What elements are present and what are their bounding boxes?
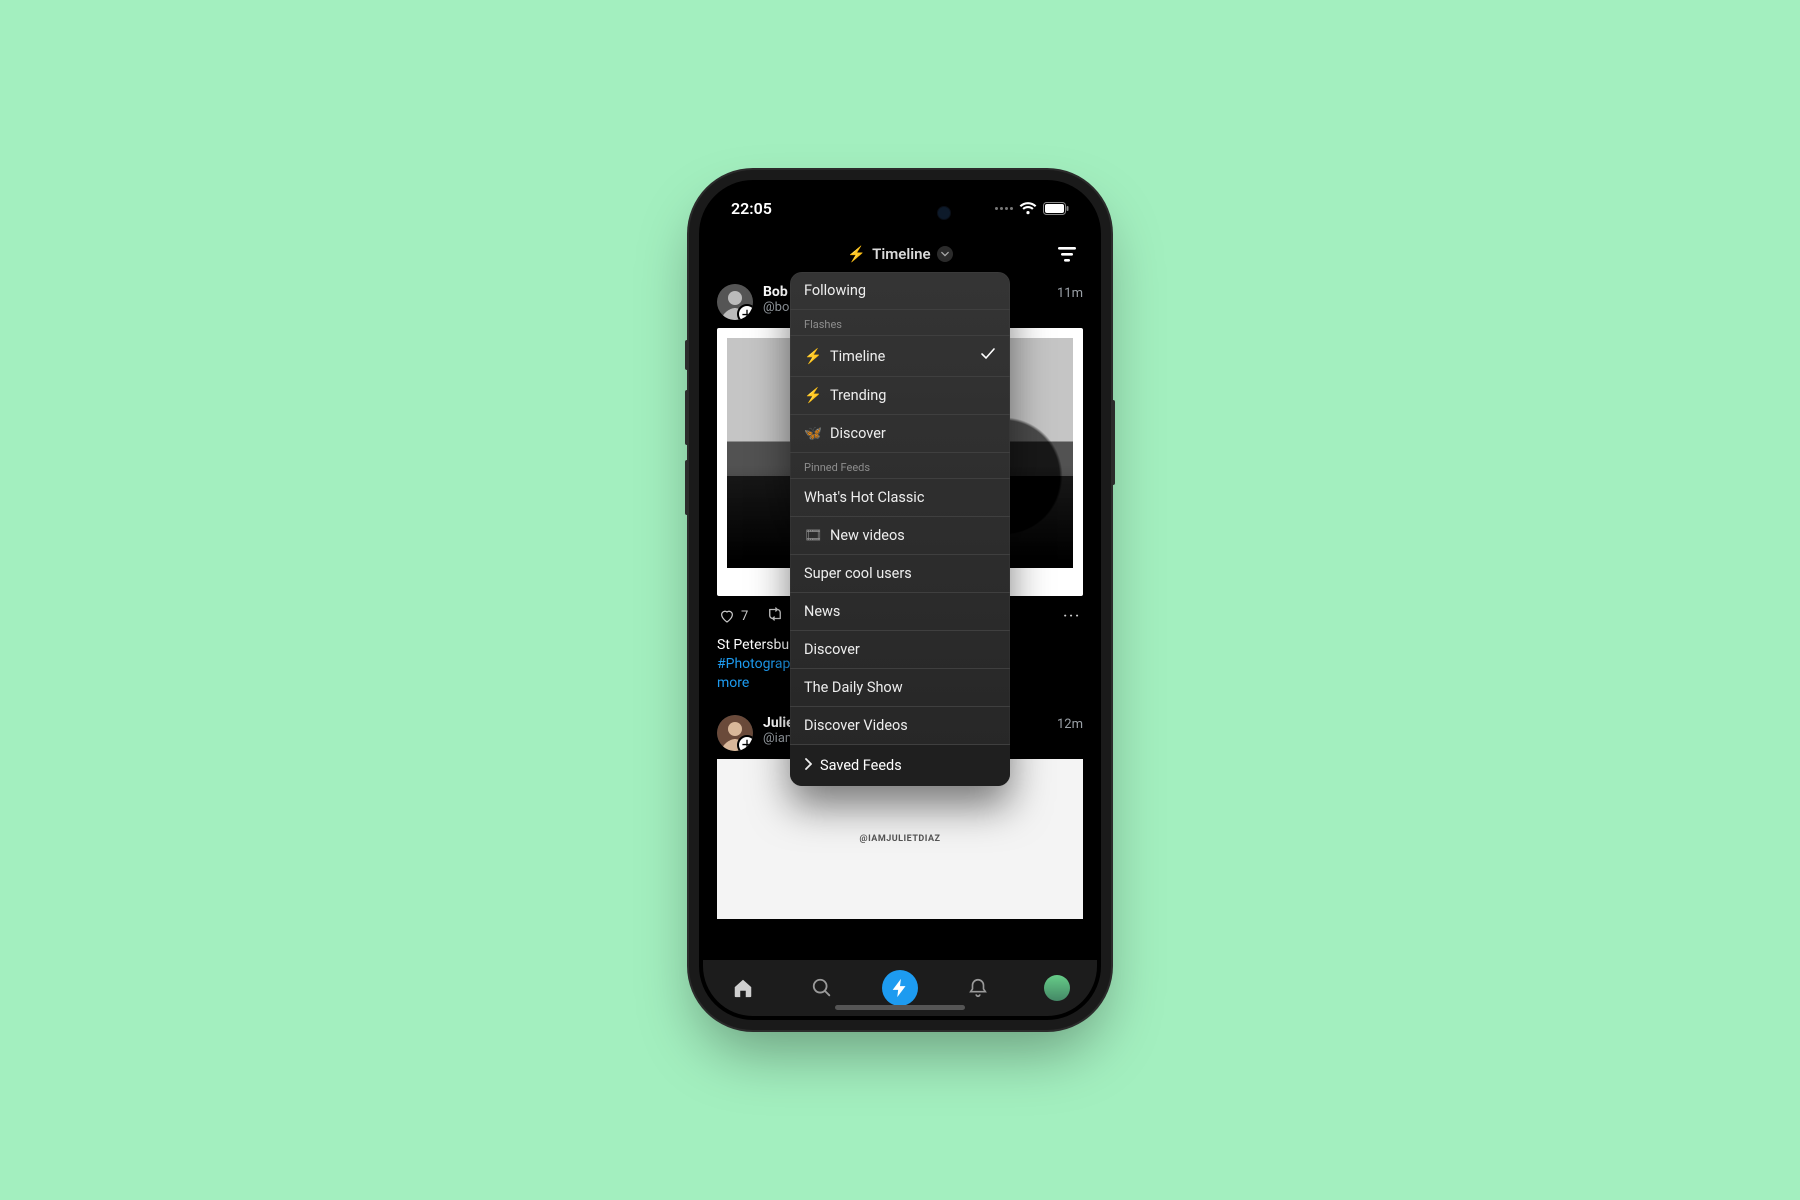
like-count: 7 <box>741 609 748 624</box>
tab-notifications[interactable] <box>958 968 998 1008</box>
filter-button[interactable] <box>1053 240 1081 268</box>
butterfly-icon: 🦋 <box>804 425 820 442</box>
battery-icon <box>1043 202 1069 215</box>
profile-avatar-icon <box>1044 975 1070 1001</box>
tab-home[interactable] <box>723 968 763 1008</box>
wifi-icon <box>1019 202 1037 215</box>
home-indicator[interactable] <box>835 1005 965 1010</box>
plus-icon[interactable]: ＋ <box>737 304 753 320</box>
dropdown-item-whats-hot[interactable]: What's Hot Classic <box>790 479 1010 517</box>
more-button[interactable]: ··· <box>1063 609 1081 624</box>
dropdown-item-discover-flashes[interactable]: 🦋 Discover <box>790 415 1010 453</box>
tab-search[interactable] <box>802 968 842 1008</box>
screen: 22:05 ⚡ Timeline <box>703 184 1097 1016</box>
side-button <box>685 340 689 370</box>
dropdown-item-trending[interactable]: ⚡ Trending <box>790 377 1010 415</box>
dropdown-item-timeline[interactable]: ⚡ Timeline <box>790 336 1010 377</box>
dropdown-section-pinned: Pinned Feeds <box>790 453 1010 479</box>
image-watermark: @IAMJULIETDIAZ <box>860 834 941 844</box>
dynamic-island <box>841 196 959 230</box>
film-icon: 🎞 <box>804 527 820 544</box>
dropdown-item-following[interactable]: Following <box>790 272 1010 310</box>
check-icon <box>980 346 996 366</box>
volume-up-button <box>685 390 689 445</box>
dropdown-item-cool-users[interactable]: Super cool users <box>790 555 1010 593</box>
timeline-dropdown-trigger[interactable]: ⚡ Timeline <box>847 245 952 263</box>
dropdown-item-daily-show[interactable]: The Daily Show <box>790 669 1010 707</box>
chevron-down-icon <box>937 246 953 262</box>
dropdown-item-discover[interactable]: Discover <box>790 631 1010 669</box>
power-button <box>1111 400 1115 485</box>
avatar[interactable]: ＋ <box>717 284 753 320</box>
chevron-right-icon <box>804 757 812 774</box>
zap-icon: ⚡ <box>804 348 820 365</box>
status-time: 22:05 <box>731 199 772 218</box>
dropdown-section-flashes: Flashes <box>790 310 1010 336</box>
volume-down-button <box>685 460 689 515</box>
timeline-dropdown: Following Flashes ⚡ Timeline ⚡ Trending … <box>790 272 1010 786</box>
repost-button[interactable] <box>766 606 784 626</box>
dropdown-saved-feeds[interactable]: Saved Feeds <box>790 745 1010 786</box>
app-header: ⚡ Timeline <box>703 236 1097 272</box>
header-title: Timeline <box>872 245 930 263</box>
phone-frame: 22:05 ⚡ Timeline <box>699 180 1101 1020</box>
cellular-dots-icon <box>995 207 1013 210</box>
tab-flashes[interactable] <box>882 970 918 1006</box>
dropdown-item-discover-videos[interactable]: Discover Videos <box>790 707 1010 745</box>
plus-icon[interactable]: ＋ <box>737 735 753 751</box>
caption-more[interactable]: more <box>717 675 749 691</box>
dropdown-item-new-videos[interactable]: 🎞 New videos <box>790 517 1010 555</box>
hashtag-link[interactable]: #Photograp <box>717 656 790 672</box>
avatar[interactable]: ＋ <box>717 715 753 751</box>
post-age: 11m <box>1057 286 1083 301</box>
post-age: 12m <box>1057 717 1083 732</box>
dropdown-item-news[interactable]: News <box>790 593 1010 631</box>
zap-icon: ⚡ <box>847 245 866 263</box>
like-button[interactable]: 7 <box>719 608 748 624</box>
tab-profile[interactable] <box>1037 968 1077 1008</box>
zap-icon: ⚡ <box>804 387 820 404</box>
